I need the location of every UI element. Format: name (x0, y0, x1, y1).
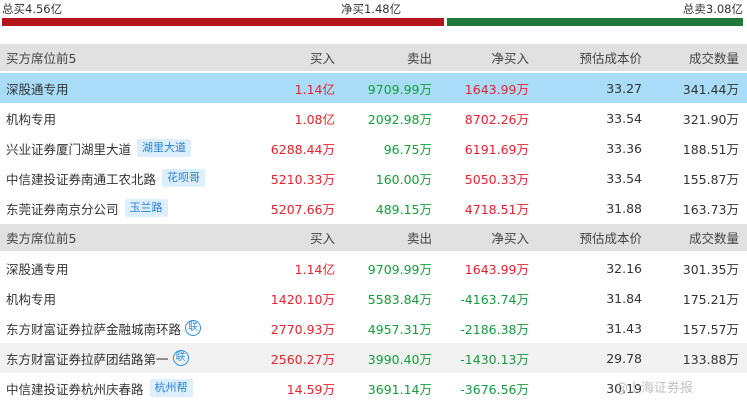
header-volume: 成交数量 (688, 51, 739, 66)
cost-value: 33.36 (606, 140, 642, 156)
buy-value: 14.59万 (286, 381, 335, 397)
table-row[interactable]: 深股通专用 1.14亿 9709.99万 1643.99万 33.27 341.… (0, 73, 747, 103)
lian-badge-icon[interactable]: 联 (185, 320, 202, 336)
header-seat: 卖方席位前5 (6, 231, 77, 246)
cost-value: 32.16 (606, 260, 642, 276)
buy-value: 2560.27万 (270, 351, 335, 367)
seat-name[interactable]: 中信建投证券杭州庆春路 (6, 379, 144, 398)
volume-value: 321.90万 (682, 111, 739, 127)
net-value: -2186.38万 (460, 321, 529, 337)
sell-value: 9709.99万 (367, 261, 432, 277)
header-net: 净买入 (491, 51, 529, 66)
total-buy-label: 总买4.56亿 (2, 2, 63, 16)
seat-tag[interactable]: 湖里大道 (137, 139, 192, 157)
seat-name[interactable]: 兴业证券厦门湖里大道 (6, 139, 131, 158)
cost-value: 33.54 (606, 170, 642, 186)
header-buy: 买入 (309, 51, 335, 66)
sell-value: 489.15万 (375, 201, 432, 217)
lian-badge-icon[interactable]: 联 (172, 350, 189, 366)
seat-name[interactable]: 深股通专用 (6, 79, 69, 98)
seat-tag[interactable]: 杭州帮 (149, 379, 193, 397)
net-value: -1430.13万 (460, 351, 529, 367)
net-buy-label: 净买1.48亿 (341, 2, 402, 16)
buy-value: 1.14亿 (294, 81, 335, 97)
net-value: 1643.99万 (464, 81, 529, 97)
seat-name[interactable]: 东方财富证券拉萨团结路第一 (6, 349, 169, 368)
volume-value: 157.57万 (682, 321, 739, 337)
net-value: 8702.26万 (464, 111, 529, 127)
volume-value: 133.88万 (682, 351, 739, 367)
buy-amount-bar (2, 18, 444, 26)
header-buy: 买入 (309, 231, 335, 246)
buy-value: 6288.44万 (270, 141, 335, 157)
seat-name[interactable]: 东方财富证券拉萨金融城南环路 (6, 319, 181, 338)
sell-value: 3990.40万 (367, 351, 432, 367)
buy-value: 5210.33万 (270, 171, 335, 187)
header-sell: 卖出 (406, 51, 432, 66)
header-sell: 卖出 (406, 231, 432, 246)
cost-value: 31.88 (606, 200, 642, 216)
net-value: 5050.33万 (464, 171, 529, 187)
buy-value: 5207.66万 (270, 201, 335, 217)
seat-name[interactable]: 中信建投证券南通工农北路 (6, 169, 156, 188)
header-volume: 成交数量 (688, 231, 739, 246)
sell-value: 9709.99万 (367, 81, 432, 97)
seat-name[interactable]: 机构专用 (6, 109, 56, 128)
total-sell-label: 总卖3.08亿 (682, 2, 743, 16)
seat-name[interactable]: 机构专用 (6, 289, 56, 308)
table-row[interactable]: 兴业证券厦门湖里大道 湖里大道 6288.44万 96.75万 6191.69万… (0, 133, 747, 163)
seat-name[interactable]: 东莞证券南京分公司 (6, 199, 119, 218)
watermark: @上海证券报 (615, 381, 694, 396)
net-value: -3676.56万 (460, 381, 529, 397)
volume-value: 188.51万 (682, 141, 739, 157)
cost-value: 31.43 (606, 320, 642, 336)
buy-value: 1.14亿 (294, 261, 335, 277)
seat-tag[interactable]: 花呗哥 (162, 169, 206, 187)
buy-section-header: 买方席位前5 买入 卖出 净买入 预估成本价 成交数量 (0, 44, 747, 71)
volume-value: 163.73万 (682, 201, 739, 217)
sell-section-header: 卖方席位前5 买入 卖出 净买入 预估成本价 成交数量 (0, 224, 747, 251)
volume-value: 155.87万 (682, 171, 739, 187)
net-value: 6191.69万 (464, 141, 529, 157)
buy-value: 1.08亿 (294, 111, 335, 127)
sell-value: 3691.14万 (367, 381, 432, 397)
table-row[interactable]: 深股通专用 1.14亿 9709.99万 1643.99万 32.16 301.… (0, 253, 747, 283)
table-row[interactable]: 东方财富证券拉萨金融城南环路 联 2770.93万 4957.31万 -2186… (0, 313, 747, 343)
cost-value: 31.84 (606, 290, 642, 306)
seat-name[interactable]: 深股通专用 (6, 259, 69, 278)
sell-value: 4957.31万 (367, 321, 432, 337)
sell-value: 5583.84万 (367, 291, 432, 307)
table-row[interactable]: 东方财富证券拉萨团结路第一 联 2560.27万 3990.40万 -1430.… (0, 343, 747, 373)
volume-value: 175.21万 (682, 291, 739, 307)
header-cost: 预估成本价 (579, 51, 642, 66)
sell-value: 2092.98万 (367, 111, 432, 127)
cost-value: 33.54 (606, 110, 642, 126)
buy-value: 2770.93万 (270, 321, 335, 337)
sell-amount-bar (447, 18, 743, 26)
header-cost: 预估成本价 (579, 231, 642, 246)
sell-value: 160.00万 (375, 171, 432, 187)
volume-value: 341.44万 (682, 81, 739, 97)
cost-value: 29.78 (606, 350, 642, 366)
sell-value: 96.75万 (383, 141, 432, 157)
header-net: 净买入 (491, 231, 529, 246)
cost-value: 33.27 (606, 80, 642, 96)
net-value: 1643.99万 (464, 261, 529, 277)
header-seat: 买方席位前5 (6, 51, 77, 66)
volume-value: 301.35万 (682, 261, 739, 277)
seat-tag[interactable]: 玉兰路 (124, 199, 168, 217)
buy-value: 1420.10万 (270, 291, 335, 307)
summary-strip: 总买4.56亿 净买1.48亿 总卖3.08亿 (0, 0, 747, 18)
table-row[interactable]: 机构专用 1.08亿 2092.98万 8702.26万 33.54 321.9… (0, 103, 747, 133)
table-row[interactable]: 机构专用 1420.10万 5583.84万 -4163.74万 31.84 1… (0, 283, 747, 313)
net-value: 4718.51万 (464, 201, 529, 217)
table-row[interactable]: 中信建投证券南通工农北路 花呗哥 5210.33万 160.00万 5050.3… (0, 163, 747, 193)
table-row[interactable]: 东莞证券南京分公司 玉兰路 5207.66万 489.15万 4718.51万 … (0, 193, 747, 223)
net-value: -4163.74万 (460, 291, 529, 307)
